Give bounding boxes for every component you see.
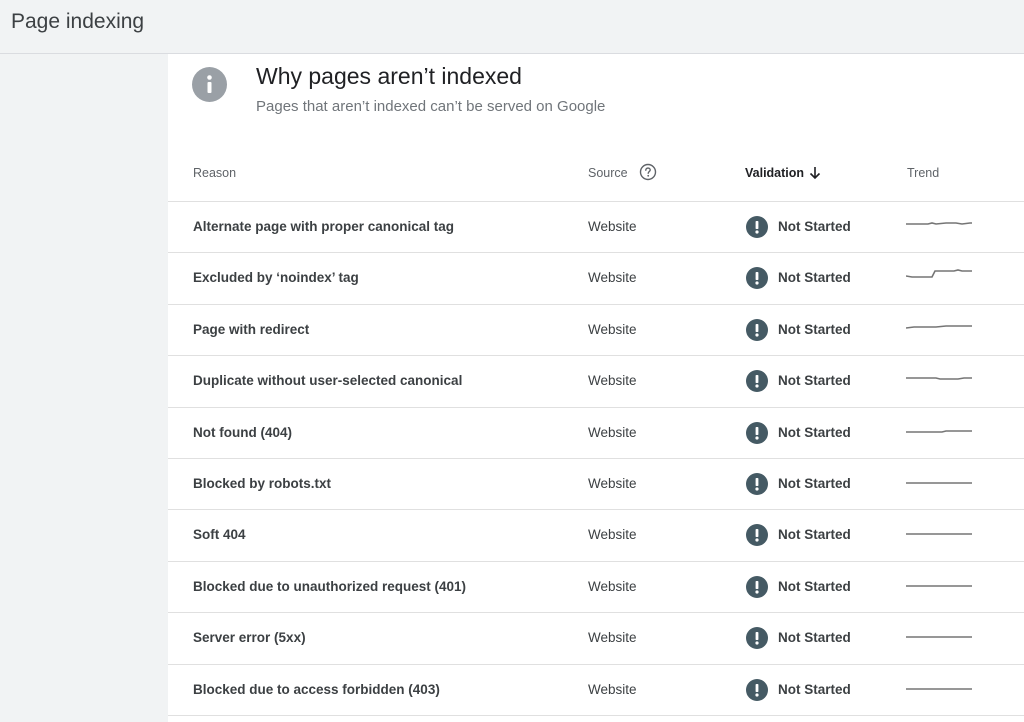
exclamation-icon	[746, 575, 768, 598]
info-icon	[192, 67, 227, 102]
exclamation-icon	[746, 267, 768, 290]
row-validation-status: Not Started	[778, 219, 851, 234]
column-header-source[interactable]: Source	[588, 166, 628, 180]
row-source: Website	[588, 578, 637, 594]
row-reason: Excluded by ‘noindex’ tag	[193, 270, 359, 286]
sidebar	[0, 54, 168, 722]
row-validation-status: Not Started	[778, 373, 851, 389]
row-validation-status: Not Started	[778, 270, 851, 286]
exclamation-icon	[746, 678, 768, 701]
trend-sparkline	[906, 636, 972, 638]
table-row[interactable]: Soft 404 Website Not Started	[168, 510, 1024, 562]
row-reason: Soft 404	[193, 527, 246, 543]
row-source: Website	[588, 270, 637, 286]
row-source: Website	[588, 681, 637, 697]
row-source: Website	[588, 527, 637, 543]
trend-sparkline	[906, 377, 972, 380]
table-row[interactable]: Blocked due to unauthorized request (401…	[168, 562, 1024, 614]
row-validation-status: Not Started	[778, 630, 851, 646]
trend-sparkline	[906, 222, 972, 225]
column-header-trend: Trend	[907, 166, 940, 180]
table-row[interactable]: Alternate page with proper canonical tag…	[168, 202, 1024, 254]
exclamation-icon	[746, 524, 768, 547]
row-source: Website	[588, 476, 637, 491]
exclamation-icon	[746, 318, 768, 341]
page-title: Page indexing	[11, 10, 145, 33]
column-header-reason[interactable]: Reason	[193, 166, 236, 180]
row-reason: Not found (404)	[193, 424, 292, 440]
card-title: Why pages aren’t indexed	[256, 63, 522, 89]
not-indexed-card: Why pages aren’t indexed Pages that aren…	[168, 54, 1024, 722]
exclamation-icon	[746, 421, 768, 444]
table-row[interactable]: Blocked by robots.txt Website Not Starte…	[168, 459, 1024, 511]
table-row[interactable]: Duplicate without user-selected canonica…	[168, 356, 1024, 408]
trend-sparkline	[906, 687, 972, 690]
row-validation-status: Not Started	[778, 476, 851, 491]
row-reason: Blocked due to access forbidden (403)	[193, 681, 440, 697]
row-source: Website	[588, 373, 637, 389]
table-row[interactable]: Page with redirect Website Not Started	[168, 305, 1024, 357]
trend-sparkline	[906, 269, 972, 279]
table-row[interactable]: Blocked due to access forbidden (403) We…	[168, 665, 1024, 716]
trend-sparkline	[906, 584, 972, 587]
column-header-validation[interactable]: Validation	[745, 166, 804, 180]
card-subtitle: Pages that aren’t indexed can’t be serve…	[256, 98, 606, 115]
row-reason: Server error (5xx)	[193, 630, 306, 646]
row-validation-status: Not Started	[778, 578, 851, 594]
top-bar: Page indexing	[0, 0, 1024, 54]
row-source: Website	[588, 630, 637, 646]
row-reason: Blocked due to unauthorized request (401…	[193, 578, 467, 594]
table-row[interactable]: Not found (404) Website Not Started	[168, 408, 1024, 459]
row-reason: Duplicate without user-selected canonica…	[193, 373, 463, 389]
row-reason: Page with redirect	[193, 321, 310, 337]
row-source: Website	[588, 321, 637, 337]
row-validation-status: Not Started	[778, 424, 851, 440]
exclamation-icon	[746, 370, 768, 393]
trend-sparkline	[906, 429, 972, 433]
sort-descending-icon[interactable]	[808, 166, 822, 180]
row-reason: Alternate page with proper canonical tag	[193, 219, 455, 234]
table-header: Reason Source Validation Trend	[168, 152, 1024, 202]
row-validation-status: Not Started	[778, 681, 851, 697]
row-validation-status: Not Started	[778, 321, 851, 337]
row-source: Website	[588, 219, 637, 234]
row-source: Website	[588, 424, 637, 440]
table-row[interactable]: Excluded by ‘noindex’ tag Website Not St…	[168, 253, 1024, 305]
exclamation-icon	[746, 216, 768, 238]
help-icon[interactable]	[639, 163, 657, 181]
trend-sparkline	[906, 533, 972, 536]
exclamation-icon	[746, 627, 768, 650]
row-validation-status: Not Started	[778, 527, 851, 543]
exclamation-icon	[746, 473, 768, 495]
row-reason: Blocked by robots.txt	[193, 476, 332, 491]
trend-sparkline	[906, 324, 972, 329]
trend-sparkline	[906, 482, 972, 484]
table-row[interactable]: Server error (5xx) Website Not Started	[168, 613, 1024, 665]
